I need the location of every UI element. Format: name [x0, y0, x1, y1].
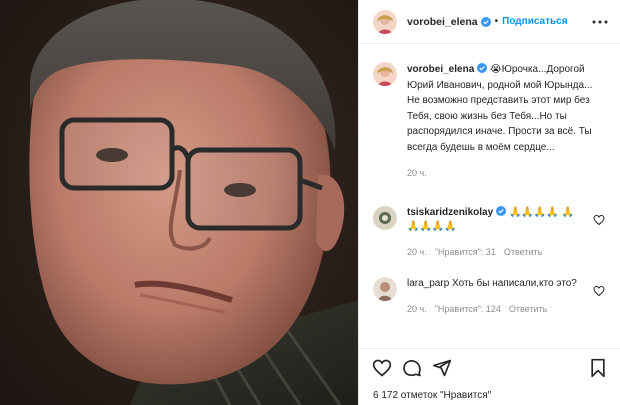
comment-time[interactable]: 20 ч.	[407, 245, 427, 259]
caption-time[interactable]: 20 ч.	[407, 166, 607, 182]
comment-time[interactable]: 20 ч.	[407, 302, 427, 316]
reply-button[interactable]: Ответить	[504, 245, 542, 259]
reply-button[interactable]: Ответить	[509, 302, 547, 316]
heart-icon[interactable]	[371, 357, 393, 379]
avatar-image	[373, 277, 397, 301]
likes-count[interactable]: 6 172 отметок "Нравится"	[373, 390, 491, 401]
actions-bar: 6 172 отметок "Нравится"	[359, 348, 620, 405]
instagram-post: vorobei_elena • Подписаться vorobei_elen…	[0, 0, 620, 405]
comment-username[interactable]: tsiskaridzenikolay	[407, 207, 493, 218]
caption-body: vorobei_elena 😭Юрочка...Дорогой Юрий Ива…	[407, 62, 607, 182]
header-username[interactable]: vorobei_elena	[407, 16, 478, 28]
comment-meta: 20 ч. "Нравится": 31 Ответить	[407, 245, 585, 259]
comment-likes[interactable]: "Нравится": 124	[435, 302, 501, 316]
crying-emoji: 😭	[490, 64, 502, 75]
post-sidebar: vorobei_elena • Подписаться vorobei_elen…	[358, 0, 620, 405]
post-photo[interactable]	[0, 0, 358, 405]
caption-username[interactable]: vorobei_elena	[407, 64, 474, 75]
comment-body: lara_parp Хоть бы написали,кто это? 20 ч…	[407, 277, 585, 316]
verified-icon	[480, 16, 491, 27]
portrait-image	[0, 0, 358, 405]
comment-icon[interactable]	[401, 357, 423, 379]
more-icon[interactable]	[591, 13, 609, 31]
comment-avatar[interactable]	[373, 206, 397, 230]
follow-button[interactable]: Подписаться	[502, 16, 567, 27]
caption-avatar[interactable]	[373, 62, 397, 86]
comment-avatar[interactable]	[373, 277, 397, 301]
verified-icon	[477, 63, 488, 73]
header-separator: •	[494, 16, 499, 27]
comment-likes[interactable]: "Нравится": 31	[435, 245, 496, 259]
comment-username[interactable]: lara_parp	[407, 278, 449, 289]
avatar[interactable]	[373, 9, 397, 34]
avatar-image	[373, 9, 397, 34]
comment-item: lara_parp Хоть бы написали,кто это? 20 ч…	[373, 277, 609, 316]
heart-icon[interactable]	[593, 214, 605, 226]
comment-item: tsiskaridzenikolay 🙏🙏🙏🙏 🙏🙏🙏🙏🙏 20 ч. "Нра…	[373, 206, 609, 259]
caption-text: Юрочка...Дорогой Юрий Иванович, родной м…	[407, 64, 593, 153]
avatar-image	[373, 206, 397, 230]
post-caption: vorobei_elena 😭Юрочка...Дорогой Юрий Ива…	[373, 62, 609, 182]
comment-body: tsiskaridzenikolay 🙏🙏🙏🙏 🙏🙏🙏🙏🙏 20 ч. "Нра…	[407, 206, 585, 259]
comment-text: Хоть бы написали,кто это?	[452, 278, 577, 289]
comment-meta: 20 ч. "Нравится": 124 Ответить	[407, 302, 585, 316]
avatar-image	[373, 62, 397, 86]
heart-icon[interactable]	[593, 285, 605, 297]
bookmark-icon[interactable]	[587, 357, 609, 379]
post-header: vorobei_elena • Подписаться	[359, 0, 620, 44]
share-icon[interactable]	[431, 357, 453, 379]
verified-icon	[496, 206, 507, 216]
